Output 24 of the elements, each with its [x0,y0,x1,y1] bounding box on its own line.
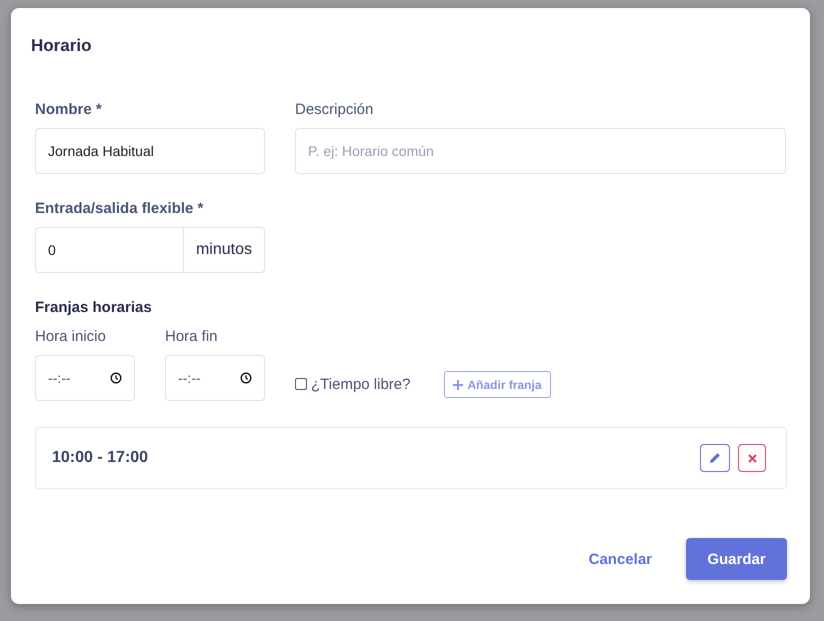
clock-icon [240,372,252,384]
checkbox-label: ¿Tiempo libre? [311,376,410,392]
dialog-title: Horario [31,36,92,56]
field-label: Nombre * [35,101,103,118]
pencil-icon [709,452,721,464]
delete-button[interactable] [738,444,766,472]
time-field[interactable]: --:-- [165,355,265,401]
save-button[interactable]: Guardar [686,538,787,580]
unit-label: minutos [184,227,265,273]
name-field[interactable]: Jornada Habitual [35,128,265,174]
plus-icon [453,380,464,390]
time-field[interactable]: --:-- [35,355,135,401]
clock-icon [110,372,122,384]
minutes-field[interactable]: 0 [35,227,184,273]
time-slot-label: 10:00 - 17:00 [52,449,148,467]
field-label: Entrada/salida flexible * [35,200,204,217]
field-label: Hora fin [165,328,219,345]
field-label: Descripción [295,101,374,118]
section-title: Franjas horarias [35,299,153,316]
checkbox[interactable] [295,378,307,390]
cancel-button[interactable]: Cancelar [588,550,652,568]
field-label: Hora inicio [35,328,107,345]
close-icon [748,454,756,462]
edit-button[interactable] [700,444,730,472]
